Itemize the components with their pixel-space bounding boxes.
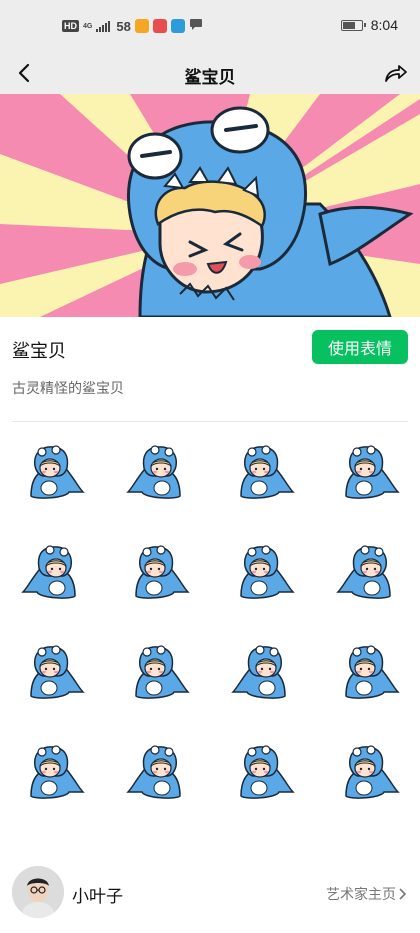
status-icons-right: 8:04 xyxy=(340,17,398,33)
video-app-icon xyxy=(134,19,149,33)
pack-banner xyxy=(0,94,420,317)
network-type: 4G xyxy=(83,22,93,30)
avatar[interactable] xyxy=(12,866,64,918)
battery-icon xyxy=(340,19,366,31)
share-arrow-icon[interactable] xyxy=(380,58,410,88)
pack-description: 古灵精怪的鲨宝贝 xyxy=(12,380,124,396)
message-icon xyxy=(189,17,203,36)
use-sticker-button[interactable]: 使用表情 xyxy=(312,330,408,364)
sticker-item[interactable] xyxy=(125,440,190,504)
sticker-item[interactable] xyxy=(21,640,85,704)
divider xyxy=(12,421,408,422)
sticker-item[interactable] xyxy=(231,540,295,604)
sticker-item[interactable] xyxy=(126,540,190,604)
artist-row[interactable]: 小叶子 艺术家主页 xyxy=(0,862,420,922)
signal-icon xyxy=(96,20,111,32)
search-app-icon xyxy=(170,19,185,33)
sticker-item[interactable] xyxy=(336,440,400,504)
artist-homepage-label: 艺术家主页 xyxy=(326,886,396,902)
sticker-item[interactable] xyxy=(231,440,295,504)
sticker-item[interactable] xyxy=(230,640,295,704)
pack-title: 鲨宝贝 xyxy=(12,341,66,361)
clock: 8:04 xyxy=(370,17,398,33)
sticker-item[interactable] xyxy=(231,740,295,804)
sticker-item[interactable] xyxy=(336,740,400,804)
sticker-item[interactable] xyxy=(335,540,400,604)
artist-homepage-link[interactable]: 艺术家主页 xyxy=(326,884,408,904)
sticker-item[interactable] xyxy=(126,640,190,704)
red-app-icon xyxy=(152,19,167,33)
banner-illustration xyxy=(0,94,420,317)
carrier-app-badge: 58 xyxy=(116,18,131,34)
hd-badge: HD xyxy=(62,20,79,32)
status-icons-left: HD 4G 58 xyxy=(62,16,203,36)
sticker-item[interactable] xyxy=(20,540,85,604)
sticker-item[interactable] xyxy=(21,440,85,504)
sticker-item[interactable] xyxy=(125,740,190,804)
sticker-item[interactable] xyxy=(21,740,85,804)
chevron-right-icon xyxy=(399,888,407,900)
status-bar: HD 4G 58 8:04 xyxy=(0,0,420,52)
pack-header: 鲨宝贝 使用表情 xyxy=(0,317,420,377)
sticker-item[interactable] xyxy=(336,640,400,704)
nav-bar: 鲨宝贝 xyxy=(0,52,420,94)
page-title: 鲨宝贝 xyxy=(184,68,236,87)
artist-name: 小叶子 xyxy=(72,887,123,906)
